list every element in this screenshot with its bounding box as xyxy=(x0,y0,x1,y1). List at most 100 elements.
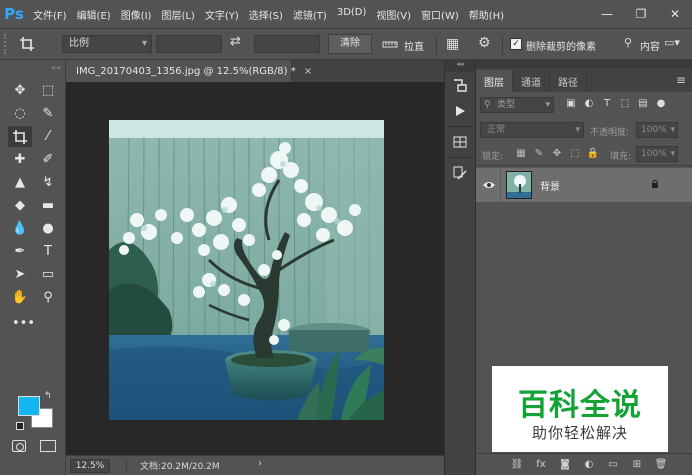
mask-icon[interactable]: ◙ xyxy=(558,459,572,470)
eraser-tool-icon[interactable]: ◆ xyxy=(8,195,32,216)
straighten-label[interactable]: 拉直 xyxy=(404,38,424,53)
stamp-tool-icon[interactable]: ▲ xyxy=(8,172,32,193)
document-tab[interactable]: IMG_20170403_1356.jpg @ 12.5%(RGB/8) * × xyxy=(66,60,312,82)
lock-artboard-icon[interactable]: ⬚ xyxy=(568,147,582,161)
menu-help[interactable]: 帮助(H) xyxy=(464,7,509,22)
menu-3d[interactable]: 3D(D) xyxy=(332,7,372,22)
blend-mode-select[interactable]: 正常 ▾ xyxy=(480,122,584,138)
menu-bar: Ps 文件(F) 编辑(E) 图像(I) 图层(L) 文字(Y) 选择(S) 滤… xyxy=(0,0,692,28)
gradient-tool-icon[interactable]: ▬ xyxy=(36,195,60,216)
path-select-tool-icon[interactable]: ➤ xyxy=(8,264,32,285)
smart-object-filter-icon[interactable]: ▤ xyxy=(636,97,650,111)
lasso-tool-icon[interactable]: ◌ xyxy=(8,103,32,124)
eye-icon[interactable] xyxy=(483,180,495,190)
close-icon[interactable]: × xyxy=(304,66,312,77)
adjustment-icon[interactable]: ◐ xyxy=(582,459,596,470)
dodge-tool-icon[interactable]: ● xyxy=(36,218,60,239)
properties-icon[interactable] xyxy=(445,129,475,155)
layer-row[interactable]: 背景 xyxy=(476,168,692,202)
blur-tool-icon[interactable]: 💧 xyxy=(8,218,32,239)
grid-overlay-icon[interactable]: ▦ xyxy=(446,36,459,52)
layer-thumbnail[interactable] xyxy=(506,171,532,199)
straighten-icon[interactable] xyxy=(382,37,398,51)
type-filter-icon[interactable]: T xyxy=(600,97,614,111)
pen-tool-icon[interactable]: ✒ xyxy=(8,241,32,262)
default-colors-icon[interactable] xyxy=(16,422,24,430)
lock-icon xyxy=(650,179,660,189)
toolbar-collapse-icon[interactable]: «« xyxy=(0,60,65,74)
group-icon[interactable]: ▭ xyxy=(606,459,620,470)
adjustment-filter-icon[interactable]: ◐ xyxy=(582,97,596,111)
content-aware-label[interactable]: 内容 xyxy=(640,38,660,53)
menu-image[interactable]: 图像(I) xyxy=(116,7,157,22)
tab-paths[interactable]: 路径 xyxy=(550,70,587,92)
crop-tool-icon[interactable] xyxy=(8,126,32,147)
gear-icon[interactable]: ⚙ xyxy=(478,35,491,51)
new-layer-icon[interactable]: ⊞ xyxy=(630,459,644,470)
shape-tool-icon[interactable]: ▭ xyxy=(36,264,60,285)
quick-select-tool-icon[interactable]: ✎ xyxy=(36,103,60,124)
move-tool-icon[interactable]: ✥ xyxy=(8,80,32,101)
menu-filter[interactable]: 滤镜(T) xyxy=(288,7,332,22)
shape-filter-icon[interactable]: ⬚ xyxy=(618,97,632,111)
delete-cropped-checkbox[interactable]: ✓ xyxy=(510,38,522,50)
status-menu-arrow-icon[interactable]: › xyxy=(258,458,262,469)
link-layers-icon[interactable]: ⛓ xyxy=(510,459,524,470)
lock-paint-icon[interactable]: ✎ xyxy=(532,147,546,161)
menu-window[interactable]: 窗口(W) xyxy=(416,7,464,22)
tab-layers[interactable]: 图层 xyxy=(476,70,513,92)
dock-collapse-icon[interactable]: ◂◂ xyxy=(445,60,475,72)
zoom-level-field[interactable]: 12.5% xyxy=(70,458,110,473)
clear-button[interactable]: 清除 xyxy=(328,34,372,54)
close-icon[interactable]: ✕ xyxy=(658,0,692,28)
tab-channels[interactable]: 通道 xyxy=(513,70,550,92)
type-tool-icon[interactable]: T xyxy=(36,241,60,262)
eyedropper-tool-icon[interactable]: ⁄ xyxy=(36,126,60,147)
menu-edit[interactable]: 编辑(E) xyxy=(72,7,116,22)
crop-icon[interactable] xyxy=(12,36,42,52)
filter-toggle-icon[interactable]: ● xyxy=(654,97,668,111)
ratio-height-field[interactable] xyxy=(254,35,320,53)
layer-name[interactable]: 背景 xyxy=(540,178,560,193)
brush-tool-icon[interactable]: ✐ xyxy=(36,149,60,170)
zoom-tool-icon[interactable]: ⚲ xyxy=(36,287,60,308)
menu-view[interactable]: 视图(V) xyxy=(371,7,416,22)
opacity-label: 不透明度: xyxy=(590,128,630,138)
swap-icon[interactable]: ⇄ xyxy=(230,34,241,49)
trash-icon[interactable]: 🗑 xyxy=(654,459,668,470)
menu-select[interactable]: 选择(S) xyxy=(244,7,288,22)
history-icon[interactable] xyxy=(445,72,475,98)
foreground-color-swatch[interactable] xyxy=(18,396,40,416)
maximize-icon[interactable]: ❐ xyxy=(624,0,658,28)
opacity-field[interactable]: 100% ▾ xyxy=(636,122,678,138)
ratio-select[interactable]: 比例 ▾ xyxy=(62,35,152,53)
swap-colors-icon[interactable]: ↰ xyxy=(44,391,52,401)
menu-file[interactable]: 文件(F) xyxy=(28,7,72,22)
healing-tool-icon[interactable]: ✚ xyxy=(8,149,32,170)
more-tools-icon[interactable]: ••• xyxy=(12,316,35,331)
history-brush-tool-icon[interactable]: ↯ xyxy=(36,172,60,193)
lock-move-icon[interactable]: ✥ xyxy=(550,147,564,161)
fx-icon[interactable]: fx xyxy=(534,459,548,470)
pixel-filter-icon[interactable]: ▣ xyxy=(564,97,578,111)
minimize-icon[interactable]: — xyxy=(590,0,624,28)
options-bar-grip[interactable] xyxy=(4,34,12,54)
screen-mode-icon[interactable] xyxy=(40,440,56,452)
marquee-tool-icon[interactable]: ⬚ xyxy=(36,80,60,101)
lock-all-icon[interactable]: 🔒 xyxy=(586,147,600,161)
layer-filter-select[interactable]: ⚲ 类型 ▾ xyxy=(480,97,554,113)
lock-transparent-icon[interactable]: ▦ xyxy=(514,147,528,161)
canvas-area[interactable] xyxy=(66,82,444,455)
hand-tool-icon[interactable]: ✋ xyxy=(8,287,32,308)
menu-type[interactable]: 文字(Y) xyxy=(200,7,244,22)
search-icon[interactable]: ⚲ xyxy=(624,36,632,49)
quick-mask-icon[interactable] xyxy=(12,440,26,452)
channels-panel-icon[interactable] xyxy=(445,160,475,186)
ratio-width-field[interactable] xyxy=(156,35,222,53)
play-actions-icon[interactable] xyxy=(445,98,475,124)
panel-menu-icon[interactable]: ≡ xyxy=(676,73,686,87)
menu-layer[interactable]: 图层(L) xyxy=(156,7,199,22)
fill-field[interactable]: 100% ▾ xyxy=(636,146,678,162)
workspace-icon[interactable]: ▭▾ xyxy=(664,36,684,52)
document-image[interactable] xyxy=(109,120,384,420)
